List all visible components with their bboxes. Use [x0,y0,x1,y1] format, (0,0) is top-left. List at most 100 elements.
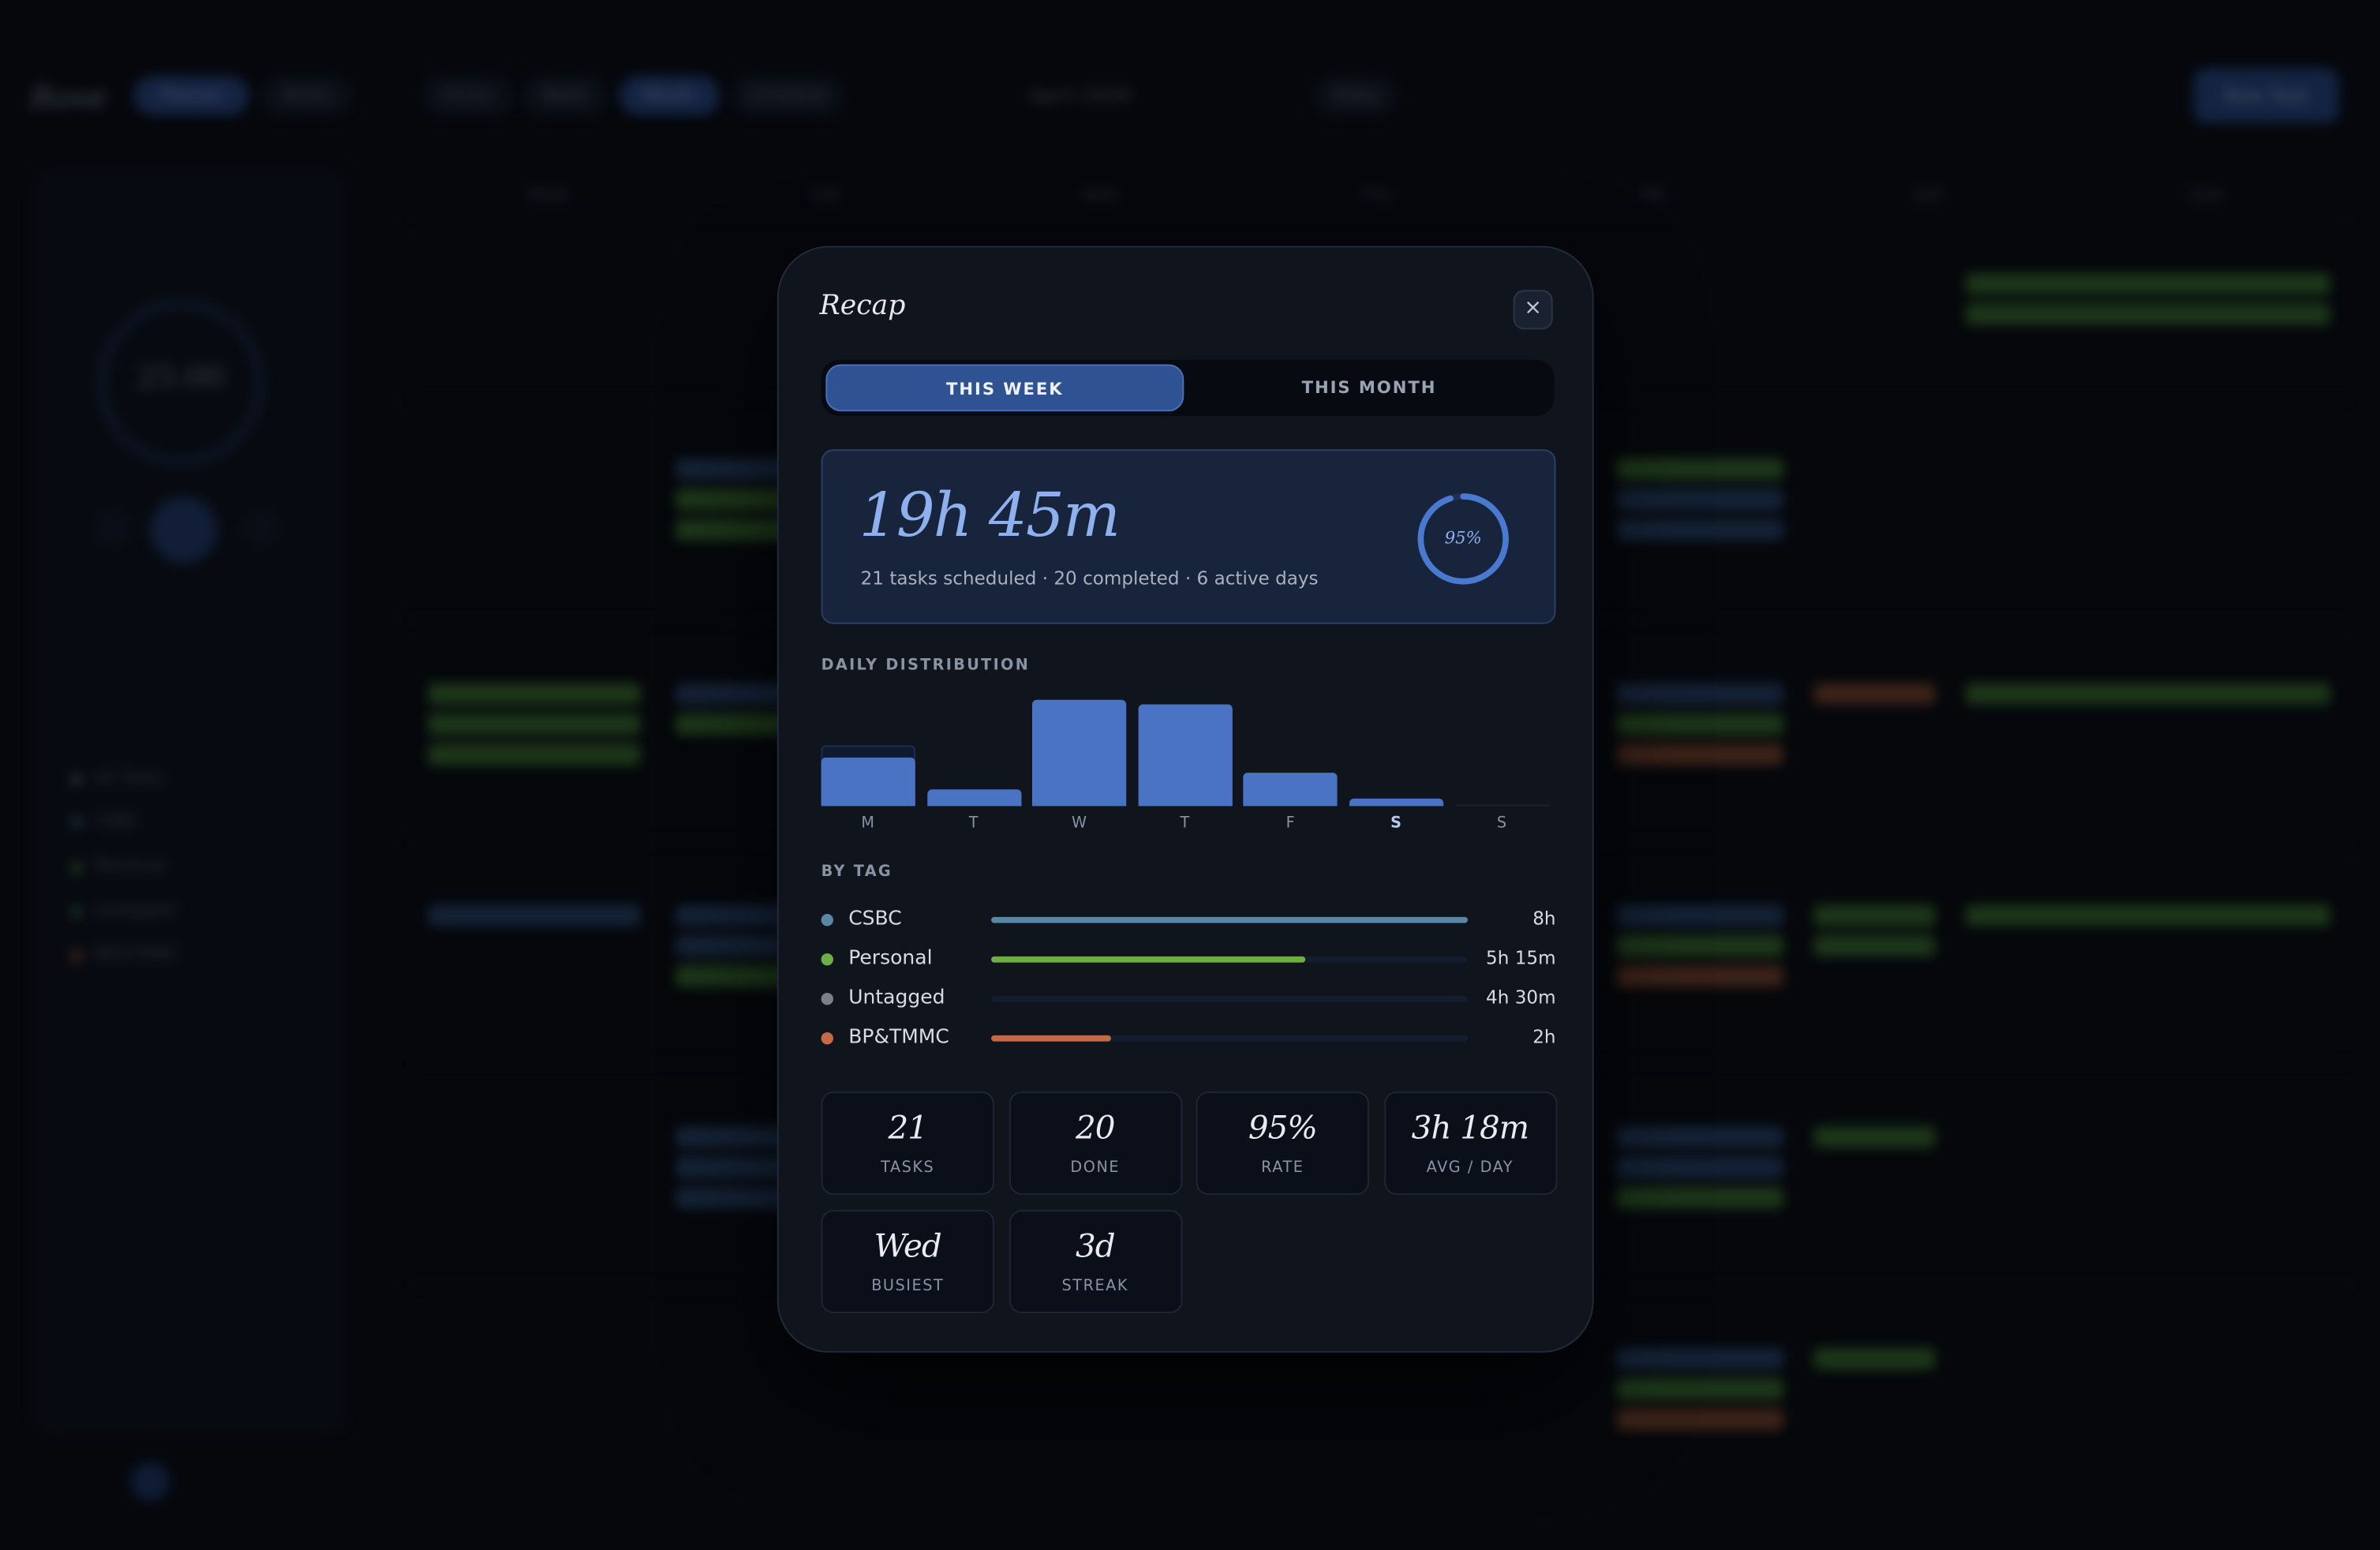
view-pill-week[interactable]: Week [522,76,608,116]
completion-percent: 95% [1444,528,1482,548]
calendar-day-header: WED [1080,185,1121,205]
calendar-event[interactable] [1813,934,1936,957]
tab-this-month[interactable]: THIS MONTH [1190,365,1548,412]
calendar-event[interactable] [1616,743,1784,766]
stat-value: 20 [1076,1110,1115,1147]
new-task-button[interactable]: New Task [2193,68,2340,123]
tag-color-dot [821,993,833,1005]
stat-card: 20 DONE [1009,1091,1182,1195]
tag-row: Personal 5h 15m [821,945,1556,973]
stat-card: 95% RATE [1196,1091,1369,1195]
nav-pill-planner[interactable]: Planner [133,76,249,116]
sidebar-tag-untagged[interactable]: Untagged [71,900,176,920]
calendar-event[interactable] [1616,1378,1784,1400]
bar[interactable] [1032,699,1127,807]
calendar-event[interactable] [1616,1348,1784,1370]
stat-label: DONE [1070,1159,1121,1177]
bar[interactable] [821,757,915,807]
calendar-day-header: FRI [1640,185,1667,205]
tag-bar-track [991,995,1468,1002]
calendar-event[interactable] [1965,273,2330,295]
calendar-day-header: SUN [2187,185,2224,205]
bar-slot [1454,687,1550,807]
bar[interactable] [1244,773,1338,807]
tag-color-dot [821,1032,833,1045]
tag-name: Untagged [848,987,945,1010]
stat-value: Wed [874,1228,942,1265]
calendar-event[interactable] [1616,1156,1784,1178]
today-filter[interactable]: Today [1314,76,1397,116]
tag-value: 8h [1532,908,1556,930]
calendar-event[interactable] [1616,965,1784,987]
sidebar-tag-all[interactable]: All Tasks [71,768,165,788]
calendar-event[interactable] [428,904,641,927]
calendar-event[interactable] [1813,1348,1936,1370]
calendar-event[interactable] [428,683,641,705]
timer-skip-icon[interactable] [241,508,281,548]
tag-bar-track [991,1035,1468,1042]
calendar-event[interactable] [1813,1126,1936,1148]
tag-value: 4h 30m [1486,987,1556,1009]
bar[interactable] [926,789,1021,807]
focus-timer-text: 25:00 [137,358,225,395]
timer-play-button[interactable] [150,496,218,563]
tag-color-dot [821,914,833,927]
calendar-event[interactable] [1616,904,1784,927]
avatar[interactable] [130,1462,170,1502]
calendar-event[interactable] [1616,683,1784,705]
sidebar-tag-bptmmc[interactable]: BP&TMMC [71,944,179,964]
focus-timer-ring: 25:00 [99,300,263,465]
tag-name: BP&TMMC [848,1026,949,1050]
stat-label: TASKS [881,1159,935,1177]
calendar-event[interactable] [1616,1187,1784,1209]
bar[interactable] [1138,705,1233,807]
app-logo: Rove [30,79,107,116]
calendar-event[interactable] [428,713,641,736]
calendar-event[interactable] [1616,1409,1784,1431]
bar-day-label: F [1285,814,1296,833]
app-stage: Rove Planner Notes Focus Week Month Sche… [0,0,2380,1550]
tab-this-week[interactable]: THIS WEEK [825,364,1184,412]
sidebar-tag-personal[interactable]: Personal [71,856,165,876]
calendar-event[interactable] [428,743,641,766]
stat-card: Wed BUSIEST [821,1210,994,1313]
tag-color-dot [821,953,833,966]
calendar-event[interactable] [1616,489,1784,511]
calendar-event[interactable] [1616,713,1784,736]
tag-bar-track [991,916,1468,923]
calendar-day-header: MON [527,185,568,205]
bar-day-label: M [861,814,876,833]
calendar-event[interactable] [1965,904,2330,927]
calendar-event[interactable] [1813,683,1936,705]
top-bar: Rove Planner Notes Focus Week Month Sche… [0,0,2380,167]
calendar-event[interactable] [1965,303,2330,325]
tag-row: Untagged 4h 30m [821,985,1556,1013]
calendar-event[interactable] [1616,1126,1784,1148]
calendar-event[interactable] [1616,934,1784,957]
view-pill-schedule[interactable]: Schedule [732,76,844,116]
bar-empty [1454,804,1550,807]
bar[interactable] [1349,798,1444,807]
bar-day-label: T [1180,814,1191,833]
nav-pill-notes[interactable]: Notes [260,76,353,116]
stat-label: AVG / DAY [1426,1159,1514,1177]
bar-slot [1032,687,1127,807]
stat-value: 3d [1075,1228,1116,1265]
bar-slot [821,687,915,807]
tag-bar-fill [991,956,1306,963]
sidebar-tag-csbc[interactable]: CSBC [71,811,139,830]
bar-day-label: W [1071,814,1087,833]
view-pill-month[interactable]: Month [619,76,720,116]
daily-distribution-chart: MTWTFSS [821,687,1556,832]
calendar-event[interactable] [1616,519,1784,541]
calendar-event[interactable] [1965,683,2330,705]
tag-row: BP&TMMC 2h [821,1024,1556,1052]
close-button[interactable]: × [1513,290,1553,330]
calendar-event[interactable] [1813,904,1936,927]
daily-distribution-label: DAILY DISTRIBUTION [821,657,1031,675]
calendar-event[interactable] [1616,458,1784,480]
view-pill-focus[interactable]: Focus [421,76,514,116]
bar-slot [926,687,1021,807]
timer-reset-icon[interactable] [92,508,133,548]
tag-value: 2h [1532,1026,1556,1048]
